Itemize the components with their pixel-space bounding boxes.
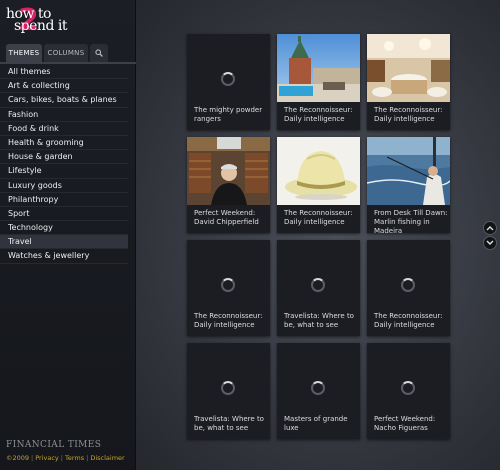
- article-tile[interactable]: Perfect Weekend: David Chipperfield: [187, 137, 270, 233]
- financial-times-brand: FINANCIAL TIMES: [6, 440, 102, 450]
- sidebar-item-fashion[interactable]: Fashion: [0, 108, 128, 122]
- article-title: The Reconnoisseur: Daily intelligence: [284, 209, 353, 226]
- article-title: The Reconnoisseur: Daily intelligence: [374, 312, 443, 329]
- article-grid: The mighty powder rangers The Reconnoisse…: [136, 0, 500, 470]
- article-thumbnail: [367, 34, 450, 102]
- article-title: Perfect Weekend: Nacho Figueras: [374, 415, 436, 432]
- footer-links: ©2009 | Privacy | Terms | Disclaimer: [6, 454, 134, 462]
- article-thumbnail: [367, 137, 450, 205]
- sidebar-item-health-grooming[interactable]: Health & grooming: [0, 136, 128, 151]
- sidebar-item-travel[interactable]: Travel: [0, 235, 128, 250]
- sidebar-item-lifestyle[interactable]: Lifestyle: [0, 164, 128, 179]
- sidebar-item-philanthropy[interactable]: Philanthropy: [0, 193, 128, 207]
- scroll-up-button[interactable]: [483, 221, 497, 235]
- copyright-text: ©2009: [6, 454, 30, 462]
- article-title: From Desk Till Dawn: Marlin fishing in M…: [374, 209, 448, 235]
- tab-themes[interactable]: THEMES: [6, 44, 42, 62]
- sidebar-item-food-drink[interactable]: Food & drink: [0, 122, 128, 136]
- loading-spinner-icon: [221, 278, 235, 292]
- tab-divider: [0, 62, 136, 64]
- article-tile[interactable]: The Reconnoisseur: Daily intelligence: [277, 34, 360, 130]
- loading-spinner-icon: [221, 381, 235, 395]
- tab-columns[interactable]: COLUMNS: [44, 44, 88, 62]
- article-title: Travelista: Where to be, what to see: [194, 415, 264, 432]
- sidebar: 2 how to spend it THEMES COLUMNS All the…: [0, 0, 136, 470]
- chevron-down-icon: [486, 240, 494, 245]
- sidebar-item-art-collecting[interactable]: Art & collecting: [0, 79, 128, 94]
- article-title: The Reconnoisseur: Daily intelligence: [194, 312, 263, 329]
- article-thumbnail: [277, 34, 360, 102]
- scroll-down-button[interactable]: [483, 236, 497, 250]
- article-title: The Reconnoisseur: Daily intelligence: [374, 106, 443, 123]
- loading-spinner-icon: [311, 381, 325, 395]
- privacy-link[interactable]: Privacy: [35, 454, 59, 462]
- article-title: The mighty powder rangers: [194, 106, 263, 123]
- article-thumbnail: [187, 137, 270, 205]
- article-tile[interactable]: The Reconnoisseur: Daily intelligence: [277, 137, 360, 233]
- sidebar-item-all-themes[interactable]: All themes: [0, 65, 128, 80]
- article-tile[interactable]: Travelista: Where to be, what to see: [277, 240, 360, 336]
- logo-line-2: spend it: [14, 18, 67, 34]
- theme-nav-list: All themes Art & collecting Cars, bikes, b…: [0, 65, 128, 264]
- article-tile[interactable]: The Reconnoisseur: Daily intelligence: [367, 240, 450, 336]
- how-to-spend-it-logo[interactable]: 2 how to spend it: [6, 4, 126, 44]
- article-tile[interactable]: Travelista: Where to be, what to see: [187, 343, 270, 439]
- loading-spinner-icon: [401, 381, 415, 395]
- terms-link[interactable]: Terms: [65, 454, 84, 462]
- loading-spinner-icon: [401, 278, 415, 292]
- article-tile[interactable]: From Desk Till Dawn: Marlin fishing in M…: [367, 137, 450, 235]
- disclaimer-link[interactable]: Disclaimer: [90, 454, 124, 462]
- article-title: The Reconnoisseur: Daily intelligence: [284, 106, 353, 123]
- tab-search[interactable]: [90, 44, 108, 62]
- article-title: Perfect Weekend: David Chipperfield: [194, 209, 259, 226]
- sidebar-item-sport[interactable]: Sport: [0, 207, 128, 222]
- sidebar-item-cars-bikes-boats-planes[interactable]: Cars, bikes, boats & planes: [0, 93, 128, 108]
- chevron-up-icon: [486, 226, 494, 231]
- loading-spinner-icon: [311, 278, 325, 292]
- sidebar-item-technology[interactable]: Technology: [0, 221, 128, 236]
- article-thumbnail: [277, 137, 360, 205]
- article-tile[interactable]: Perfect Weekend: Nacho Figueras: [367, 343, 450, 439]
- loading-spinner-icon: [221, 72, 235, 86]
- sidebar-tabs: THEMES COLUMNS: [6, 44, 136, 62]
- sidebar-item-luxury-goods[interactable]: Luxury goods: [0, 179, 128, 193]
- footer: FINANCIAL TIMES ©2009 | Privacy | Terms | Disc…: [6, 440, 134, 462]
- sidebar-item-house-garden[interactable]: House & garden: [0, 150, 128, 165]
- article-tile[interactable]: The Reconnoisseur: Daily intelligence: [187, 240, 270, 336]
- article-tile[interactable]: The Reconnoisseur: Daily intelligence: [367, 34, 450, 130]
- sidebar-item-watches-jewellery[interactable]: Watches & jewellery: [0, 249, 128, 264]
- article-title: Travelista: Where to be, what to see: [284, 312, 354, 329]
- article-title: Masters of grande luxe: [284, 415, 348, 432]
- article-tile[interactable]: The mighty powder rangers: [187, 34, 270, 130]
- article-tile[interactable]: Masters of grande luxe: [277, 343, 360, 439]
- search-icon: [95, 49, 103, 57]
